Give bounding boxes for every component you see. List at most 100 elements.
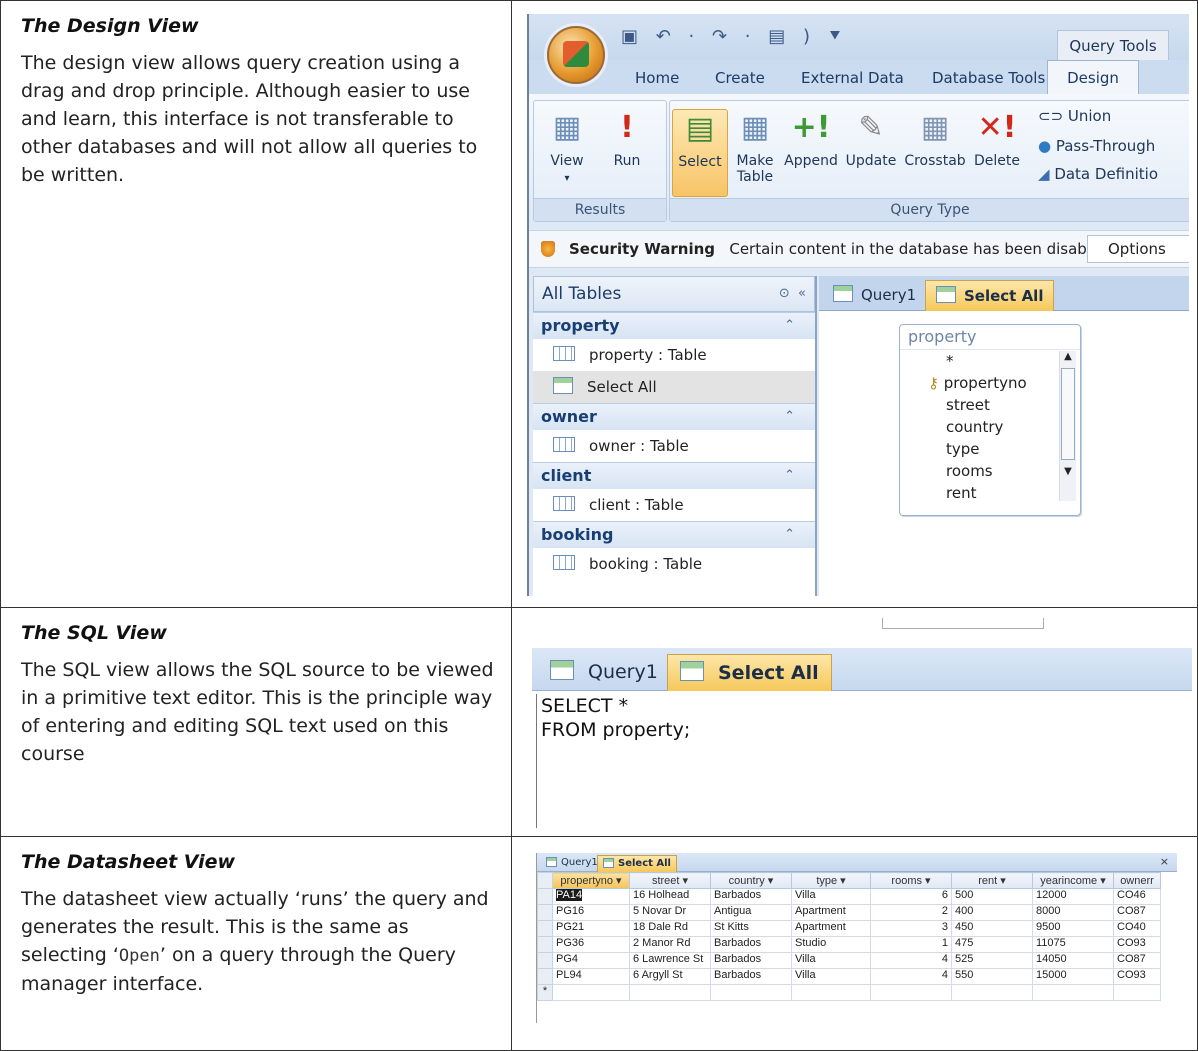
sql-editor[interactable]: SELECT * FROM property; [536, 694, 690, 828]
field-list-scrollbar[interactable]: ▲ ▼ [1059, 351, 1076, 501]
table-cell[interactable]: 550 [951, 968, 1033, 985]
table-cell[interactable]: Villa [791, 888, 871, 905]
table-cell[interactable]: CO93 [1113, 936, 1161, 953]
table-cell[interactable] [552, 984, 630, 1001]
column-header[interactable]: rooms ▾ [870, 872, 952, 889]
nav-group-property[interactable]: property ⌃ [533, 312, 815, 339]
table-cell[interactable] [791, 984, 871, 1001]
table-cell[interactable]: Barbados [710, 968, 792, 985]
table-cell[interactable]: 6 [870, 888, 952, 905]
table-cell[interactable]: Studio [791, 936, 871, 953]
make-table-button[interactable]: ▦ Make Table [732, 109, 778, 185]
nav-item-client-table[interactable]: client : Table [533, 489, 815, 521]
table-cell[interactable]: 500 [951, 888, 1033, 905]
navigation-pane-header[interactable]: All Tables ⊙ « [533, 276, 815, 312]
nav-item-booking-table[interactable]: booking : Table [533, 548, 815, 580]
table-cell[interactable] [1113, 984, 1161, 1001]
table-cell[interactable]: PL94 [552, 968, 630, 985]
column-header[interactable]: yearincome ▾ [1032, 872, 1114, 889]
table-cell[interactable]: CO93 [1113, 968, 1161, 985]
table-cell[interactable]: 11075 [1032, 936, 1114, 953]
tab-home[interactable]: Home [635, 69, 679, 87]
tab-external-data[interactable]: External Data [801, 69, 904, 87]
table-cell[interactable]: 14050 [1032, 952, 1114, 969]
table-cell[interactable]: 12000 [1032, 888, 1114, 905]
nav-group-booking[interactable]: booking ⌃ [533, 521, 815, 548]
delete-button[interactable]: ✕! Delete [970, 109, 1024, 169]
table-cell[interactable]: Barbados [710, 936, 792, 953]
table-cell[interactable]: St Kitts [710, 920, 792, 937]
table-cell[interactable]: PA14 [552, 888, 630, 905]
tab-create[interactable]: Create [715, 69, 765, 87]
table-cell[interactable]: 18 Dale Rd [629, 920, 711, 937]
table-cell[interactable]: 400 [951, 904, 1033, 921]
nav-group-client[interactable]: client ⌃ [533, 462, 815, 489]
collapse-icon[interactable]: ⌃ [776, 463, 795, 489]
table-cell[interactable]: 6 Argyll St [629, 968, 711, 985]
table-cell[interactable]: PG21 [552, 920, 630, 937]
table-cell[interactable]: Barbados [710, 888, 792, 905]
table-cell[interactable]: PG36 [552, 936, 630, 953]
table-cell[interactable]: 2 Manor Rd [629, 936, 711, 953]
row-selector[interactable] [537, 888, 553, 905]
tab-database-tools[interactable]: Database Tools [932, 69, 1045, 87]
table-cell[interactable]: 8000 [1032, 904, 1114, 921]
nav-item-owner-table[interactable]: owner : Table [533, 430, 815, 462]
table-cell[interactable]: CO87 [1113, 904, 1161, 921]
table-cell[interactable]: Villa [791, 968, 871, 985]
table-cell[interactable]: Barbados [710, 952, 792, 969]
table-cell[interactable]: 16 Holhead [629, 888, 711, 905]
sql-tab-query1[interactable]: Query1 [538, 654, 670, 690]
column-header[interactable]: street ▾ [629, 872, 711, 889]
table-cell[interactable]: 1 [870, 936, 952, 953]
ds-tab-query1[interactable]: Query1 [541, 855, 603, 871]
tab-select-all[interactable]: Select All [925, 280, 1055, 311]
table-cell[interactable]: 5 Novar Dr [629, 904, 711, 921]
table-cell[interactable]: Apartment [791, 920, 871, 937]
table-cell[interactable]: PG16 [552, 904, 630, 921]
nav-group-owner[interactable]: owner ⌃ [533, 403, 815, 430]
table-cell[interactable] [951, 984, 1033, 1001]
scroll-up-icon[interactable]: ▲ [1060, 351, 1076, 362]
table-cell[interactable]: 525 [951, 952, 1033, 969]
column-header[interactable]: type ▾ [791, 872, 871, 889]
row-selector[interactable] [537, 952, 553, 969]
run-button[interactable]: ! Run [600, 109, 654, 169]
collapse-icon[interactable]: ⌃ [776, 404, 795, 430]
append-button[interactable]: +! Append [782, 109, 840, 169]
table-cell[interactable] [710, 984, 792, 1001]
update-button[interactable]: ✎ Update [844, 109, 898, 169]
tab-query1[interactable]: Query1 [823, 280, 926, 310]
scroll-thumb[interactable] [1061, 368, 1075, 460]
select-all-corner[interactable] [537, 872, 553, 889]
options-button[interactable]: Options [1087, 235, 1189, 263]
new-record-marker[interactable]: * [537, 984, 553, 1001]
table-cell[interactable] [870, 984, 952, 1001]
table-cell[interactable]: 450 [951, 920, 1033, 937]
collapse-icon[interactable]: ⌃ [776, 522, 795, 548]
pass-through-button[interactable]: ● Pass-Through [1038, 137, 1155, 155]
table-cell[interactable]: Apartment [791, 904, 871, 921]
close-icon[interactable]: × [1160, 855, 1169, 868]
column-header[interactable]: propertyno ▾ [552, 872, 630, 889]
table-cell[interactable]: 475 [951, 936, 1033, 953]
property-field-list[interactable]: property * ⚷ propertyno street country t… [899, 324, 1081, 516]
tab-design[interactable]: Design [1047, 60, 1139, 95]
collapse-icon[interactable]: ⌃ [776, 313, 795, 339]
nav-item-select-all[interactable]: Select All [533, 371, 815, 403]
row-selector[interactable] [537, 936, 553, 953]
quick-access-icons[interactable]: ▣ ↶ · ↷ · ▤ ) ⯆ [621, 26, 848, 47]
table-cell[interactable]: 6 Lawrence St [629, 952, 711, 969]
scroll-down-icon[interactable]: ▼ [1060, 466, 1076, 477]
table-cell[interactable]: PG4 [552, 952, 630, 969]
column-header[interactable]: ownerr [1113, 872, 1161, 889]
table-cell[interactable]: Villa [791, 952, 871, 969]
table-cell[interactable]: 4 [870, 968, 952, 985]
view-button[interactable]: ▦ View ▾ [540, 109, 594, 187]
union-button[interactable]: ⊂⊃ Union [1038, 107, 1111, 125]
table-cell[interactable]: CO46 [1113, 888, 1161, 905]
row-selector[interactable] [537, 920, 553, 937]
table-cell[interactable]: 2 [870, 904, 952, 921]
row-selector[interactable] [537, 968, 553, 985]
table-cell[interactable]: 4 [870, 952, 952, 969]
